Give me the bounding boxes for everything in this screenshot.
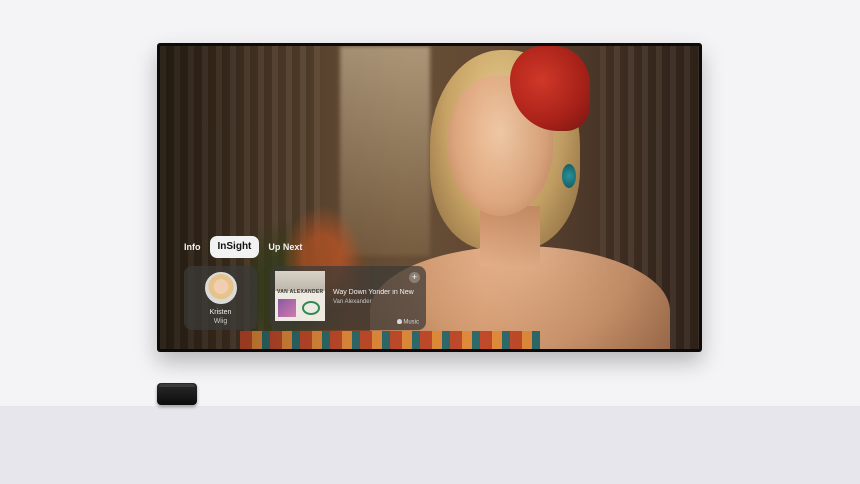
song-card[interactable]: VAN ALEXANDER Way Down Yonder in New Van… bbox=[270, 266, 426, 330]
song-title: Way Down Yonder in New bbox=[333, 289, 414, 296]
apple-music-brand: Music bbox=[397, 318, 419, 325]
insight-tab-bar: Info InSight Up Next bbox=[181, 236, 305, 258]
song-artist: Van Alexander bbox=[333, 299, 372, 305]
music-service-label: Music bbox=[403, 319, 419, 325]
tab-insight[interactable]: InSight bbox=[209, 236, 260, 258]
actor-card[interactable]: Kristen Wiig bbox=[184, 266, 257, 330]
apple-icon bbox=[397, 318, 403, 324]
actor-avatar bbox=[205, 272, 237, 304]
tab-up-next[interactable]: Up Next bbox=[265, 236, 305, 258]
add-to-library-button[interactable]: + bbox=[409, 272, 420, 283]
actor-last-name: Wiig bbox=[213, 318, 228, 325]
apple-tv-device bbox=[157, 383, 197, 405]
album-artwork-text: VAN ALEXANDER bbox=[277, 289, 323, 295]
television: Info InSight Up Next Kristen Wiig VAN AL… bbox=[157, 43, 702, 352]
album-artwork-tile bbox=[278, 299, 296, 317]
floor-surface bbox=[0, 406, 860, 484]
album-artwork: VAN ALEXANDER bbox=[275, 271, 325, 321]
plus-icon: + bbox=[411, 272, 418, 282]
actor-first-name: Kristen bbox=[209, 309, 232, 316]
album-artwork-logo bbox=[302, 301, 320, 315]
apple-tv-top bbox=[159, 384, 195, 387]
tv-screen: Info InSight Up Next Kristen Wiig VAN AL… bbox=[160, 46, 699, 349]
album-artwork-photo bbox=[275, 271, 325, 291]
tab-info[interactable]: Info bbox=[181, 236, 204, 258]
